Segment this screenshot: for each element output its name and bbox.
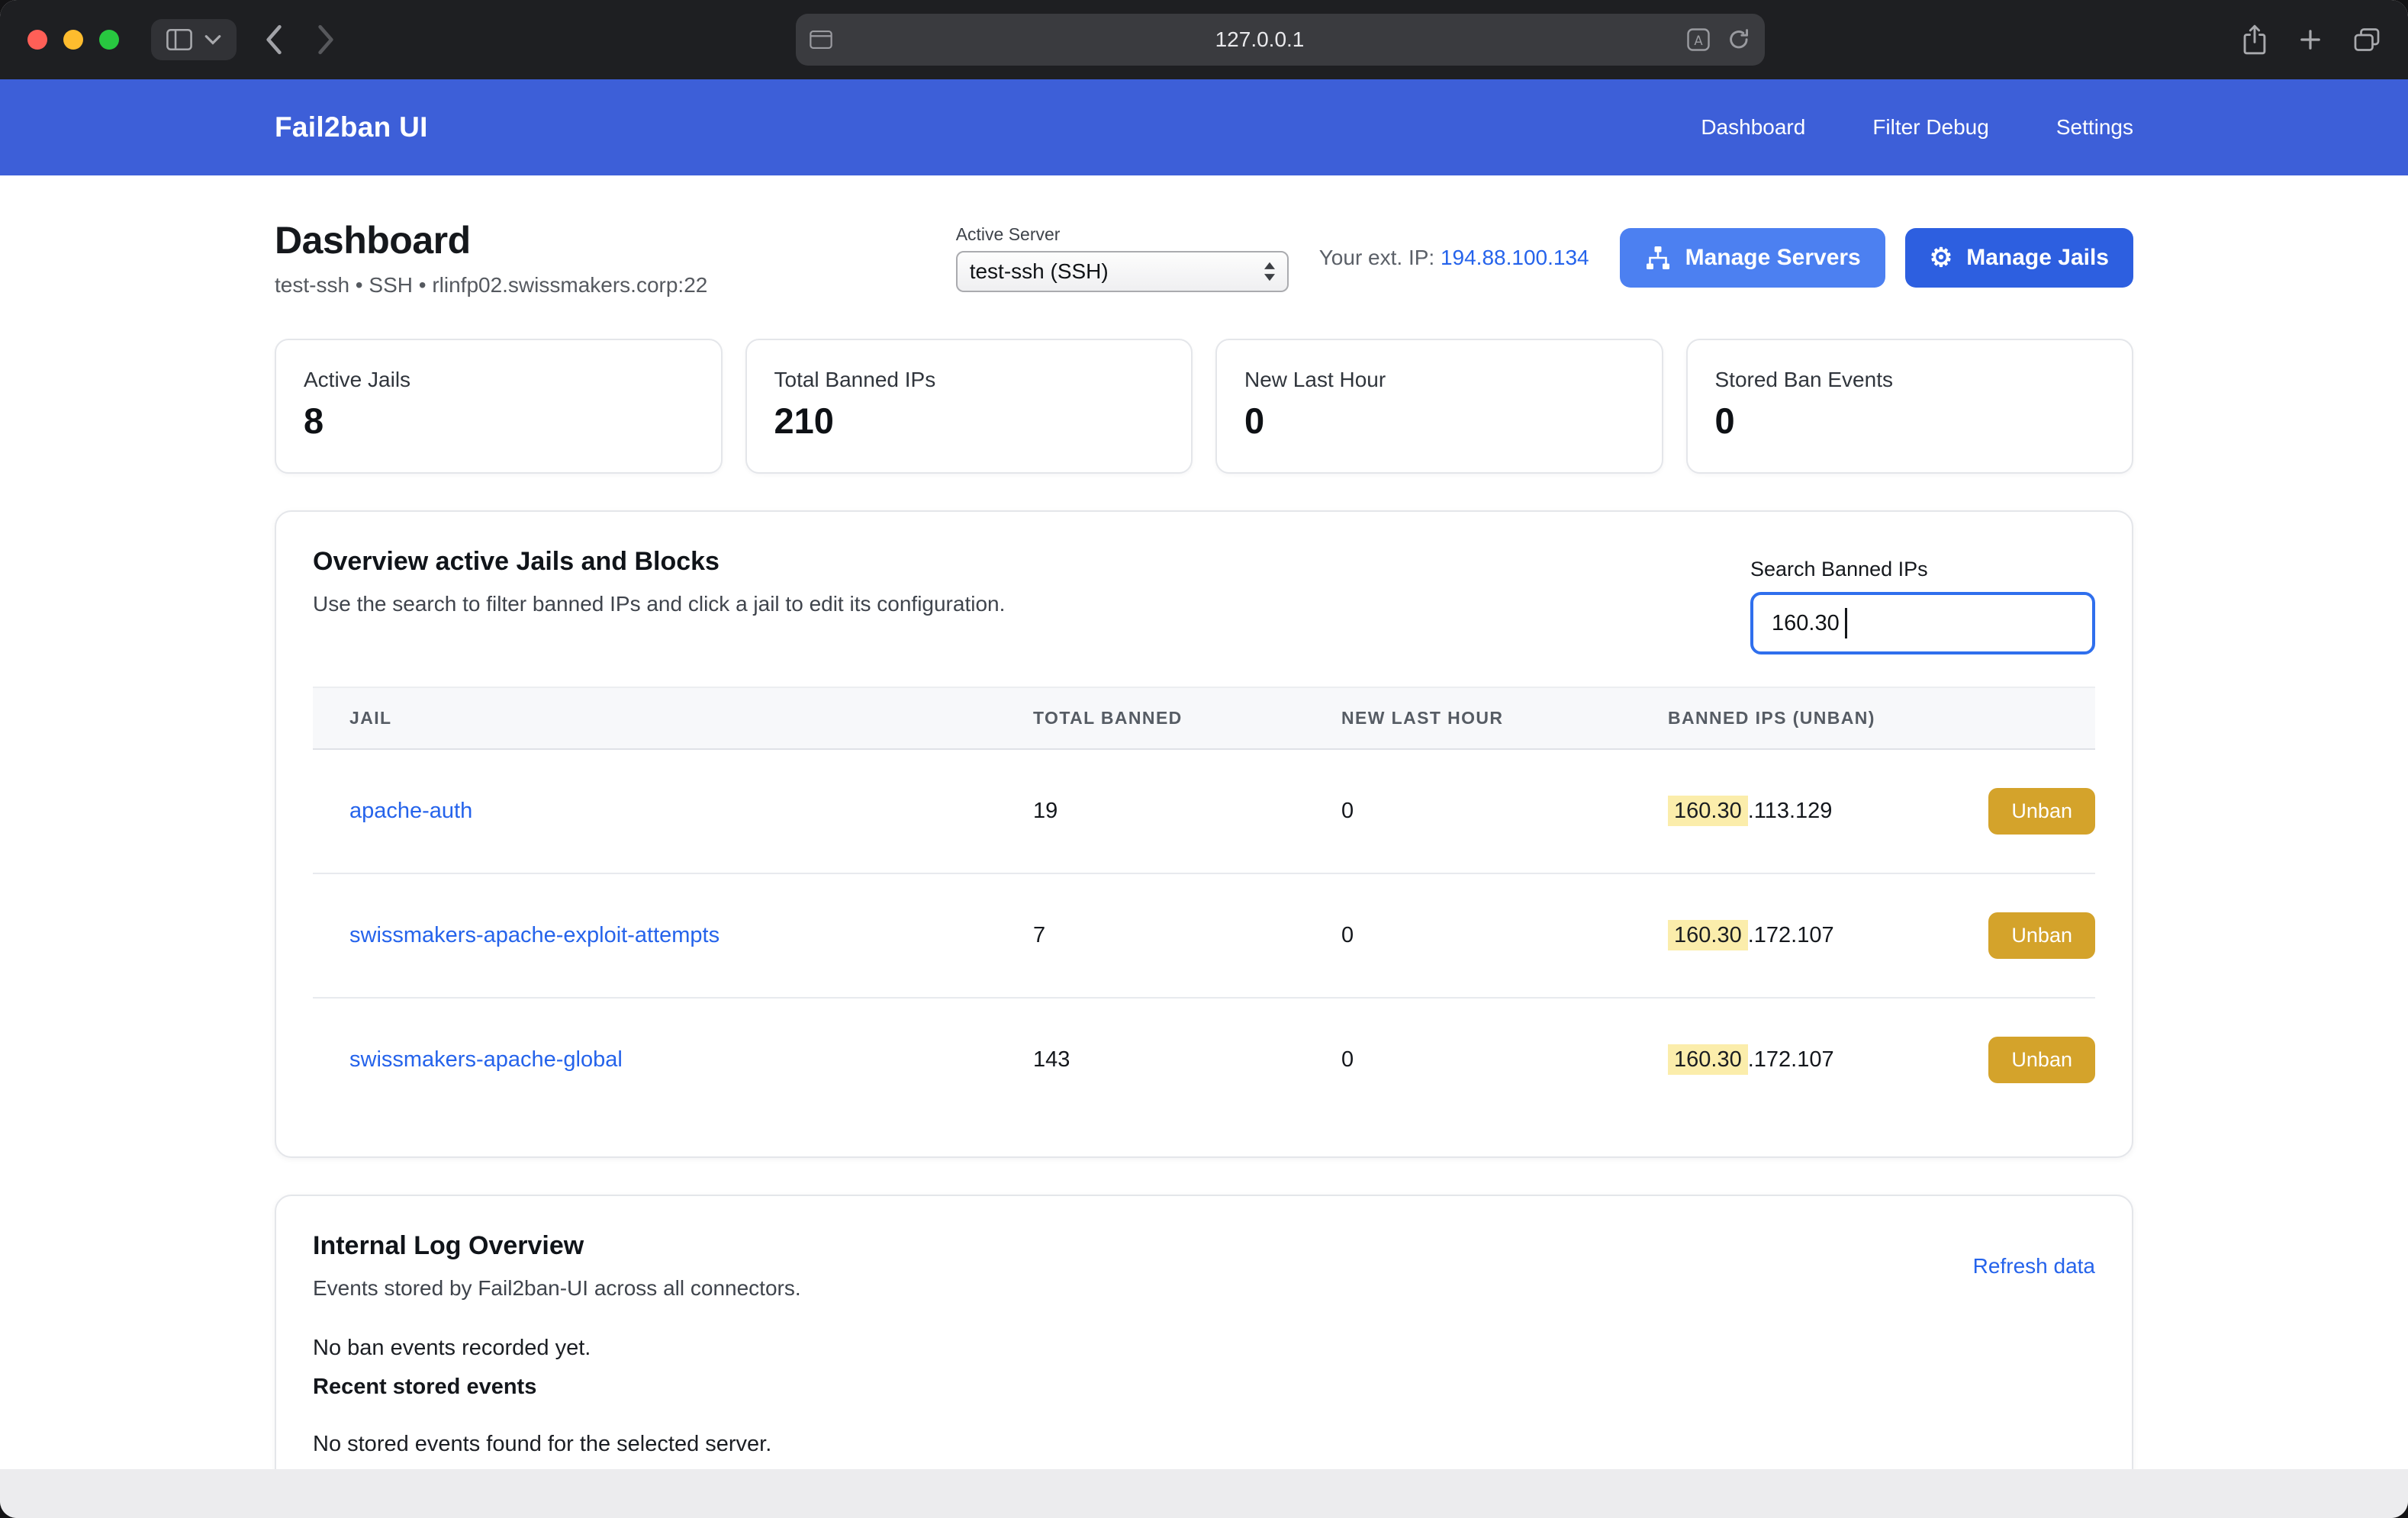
chevron-down-icon	[204, 34, 221, 45]
window-controls	[27, 30, 119, 50]
sidebar-icon	[166, 28, 192, 51]
back-button[interactable]	[262, 24, 284, 56]
stat-label: Active Jails	[304, 368, 694, 392]
jails-table: JAIL TOTAL BANNED NEW LAST HOUR BANNED I…	[313, 687, 2095, 1121]
address-bar[interactable]: 127.0.0.1 A	[796, 14, 1765, 66]
page-subtitle: test-ssh • SSH • rlinfp02.swissmakers.co…	[275, 273, 707, 297]
log-title: Internal Log Overview	[313, 1231, 801, 1261]
log-subtitle: Events stored by Fail2ban-UI across all …	[313, 1276, 801, 1301]
svg-text:A: A	[1694, 34, 1703, 48]
translate-icon[interactable]: A	[1687, 28, 1710, 51]
banned-ip: 160.30.113.129	[1668, 799, 1832, 824]
no-stored-events-text: No stored events found for the selected …	[313, 1432, 2095, 1457]
nav-link-dashboard[interactable]: Dashboard	[1701, 115, 1805, 140]
overview-card: Overview active Jails and Blocks Use the…	[275, 510, 2133, 1158]
col-header-total-banned: TOTAL BANNED	[1033, 687, 1341, 749]
search-banned-ips-input[interactable]	[1750, 592, 2095, 654]
unban-button[interactable]: Unban	[1988, 788, 2095, 835]
zoom-button[interactable]	[99, 30, 119, 50]
url-text: 127.0.0.1	[832, 27, 1687, 52]
stat-label: New Last Hour	[1244, 368, 1634, 392]
page-title: Dashboard	[275, 218, 707, 262]
stat-cards: Active Jails 8 Total Banned IPs 210 New …	[275, 339, 2133, 474]
page-footer	[0, 1469, 2408, 1518]
jail-link[interactable]: apache-auth	[349, 799, 472, 823]
ip-match-highlight: 160.30	[1668, 920, 1748, 950]
ip-match-highlight: 160.30	[1668, 1044, 1748, 1075]
total-banned-cell: 19	[1033, 749, 1341, 873]
reload-button[interactable]	[1727, 27, 1751, 52]
tab-overview-icon[interactable]	[2353, 27, 2381, 53]
sidebar-toggle[interactable]	[151, 19, 237, 60]
external-ip: Your ext. IP: 194.88.100.134	[1319, 246, 1589, 270]
manage-jails-button[interactable]: ⚙ Manage Jails	[1905, 228, 2133, 288]
share-icon[interactable]	[2242, 24, 2268, 56]
col-header-banned-ips: BANNED IPS (UNBAN)	[1668, 687, 2095, 749]
app-brand[interactable]: Fail2ban UI	[275, 111, 428, 143]
new-last-hour-cell: 0	[1341, 873, 1668, 998]
active-server-value: test-ssh (SSH)	[970, 259, 1109, 284]
forward-button[interactable]	[316, 24, 337, 56]
nav-link-settings[interactable]: Settings	[2056, 115, 2133, 140]
nav-links: Dashboard Filter Debug Settings	[1701, 115, 2133, 140]
nav-link-filter-debug[interactable]: Filter Debug	[1872, 115, 1989, 140]
stat-value: 8	[304, 400, 694, 442]
browser-window: 127.0.0.1 A	[0, 0, 2408, 1518]
jail-link[interactable]: swissmakers-apache-global	[349, 1047, 623, 1072]
page-content: Dashboard test-ssh • SSH • rlinfp02.swis…	[0, 175, 2408, 1469]
no-ban-events-text: No ban events recorded yet.	[313, 1336, 2095, 1361]
recent-stored-events-title: Recent stored events	[313, 1375, 2095, 1400]
table-row: apache-auth 19 0 160.30.113.129 Unban	[313, 749, 2095, 873]
overview-subtitle: Use the search to filter banned IPs and …	[313, 592, 1005, 616]
unban-button[interactable]: Unban	[1988, 1037, 2095, 1083]
manage-servers-button[interactable]: Manage Servers	[1620, 228, 1885, 288]
banned-ip: 160.30.172.107	[1668, 923, 1834, 948]
stat-card-stored-events: Stored Ban Events 0	[1686, 339, 2134, 474]
page-settings-icon[interactable]	[810, 30, 832, 50]
close-button[interactable]	[27, 30, 47, 50]
total-banned-cell: 143	[1033, 998, 1341, 1121]
stat-value: 0	[1244, 400, 1634, 442]
active-server-select[interactable]: test-ssh (SSH)	[956, 251, 1289, 292]
total-banned-cell: 7	[1033, 873, 1341, 998]
minimize-button[interactable]	[63, 30, 83, 50]
new-last-hour-cell: 0	[1341, 998, 1668, 1121]
external-ip-value: 194.88.100.134	[1441, 246, 1589, 269]
stat-value: 0	[1715, 400, 2105, 442]
table-row: swissmakers-apache-exploit-attempts 7 0 …	[313, 873, 2095, 998]
col-header-new-last-hour: NEW LAST HOUR	[1341, 687, 1668, 749]
search-banned-ips-label: Search Banned IPs	[1750, 558, 2095, 581]
stat-label: Stored Ban Events	[1715, 368, 2105, 392]
internal-log-card: Internal Log Overview Events stored by F…	[275, 1195, 2133, 1469]
stat-card-total-banned: Total Banned IPs 210	[745, 339, 1193, 474]
ip-match-highlight: 160.30	[1668, 796, 1748, 826]
table-header-row: JAIL TOTAL BANNED NEW LAST HOUR BANNED I…	[313, 687, 2095, 749]
app-navbar: Fail2ban UI Dashboard Filter Debug Setti…	[0, 79, 2408, 175]
unban-button[interactable]: Unban	[1988, 912, 2095, 959]
new-last-hour-cell: 0	[1341, 749, 1668, 873]
refresh-data-link[interactable]: Refresh data	[1973, 1254, 2095, 1278]
stat-label: Total Banned IPs	[774, 368, 1164, 392]
banned-ip: 160.30.172.107	[1668, 1047, 1834, 1073]
page-heading: Dashboard test-ssh • SSH • rlinfp02.swis…	[275, 218, 707, 297]
servers-icon	[1644, 244, 1672, 272]
jail-link[interactable]: swissmakers-apache-exploit-attempts	[349, 923, 720, 947]
select-arrows-icon	[1263, 261, 1276, 282]
col-header-jail: JAIL	[313, 687, 1033, 749]
active-server-label: Active Server	[956, 224, 1289, 245]
new-tab-icon[interactable]	[2298, 27, 2323, 52]
text-caret	[1845, 608, 1847, 638]
browser-chrome: 127.0.0.1 A	[0, 0, 2408, 79]
stat-card-active-jails: Active Jails 8	[275, 339, 723, 474]
stat-card-new-last-hour: New Last Hour 0	[1215, 339, 1663, 474]
overview-title: Overview active Jails and Blocks	[313, 547, 1005, 577]
table-row: swissmakers-apache-global 143 0 160.30.1…	[313, 998, 2095, 1121]
gear-icon: ⚙	[1930, 245, 1952, 271]
stat-value: 210	[774, 400, 1164, 442]
